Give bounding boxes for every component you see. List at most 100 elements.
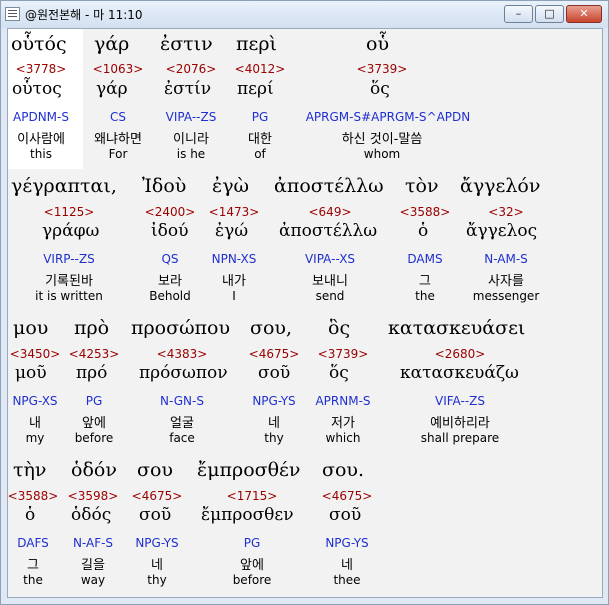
greek-word: προσώπου xyxy=(131,317,231,339)
greek-word: σου. xyxy=(322,459,364,481)
maximize-button[interactable]: □ xyxy=(535,5,564,23)
parse-code: VIRP--ZS xyxy=(43,252,95,266)
parse-code: PG xyxy=(243,536,261,550)
korean-gloss: 예비하리라 xyxy=(430,416,490,431)
lemma: ἄγγελος xyxy=(466,221,538,241)
korean-gloss: 얼굴 xyxy=(170,416,194,431)
greek-word: σου xyxy=(137,459,173,481)
english-gloss: the xyxy=(23,573,43,587)
english-gloss: thy xyxy=(147,573,167,587)
english-gloss: my xyxy=(25,431,45,445)
strong-number[interactable]: <649> xyxy=(308,205,351,219)
lemma: γράφω xyxy=(42,221,100,241)
korean-gloss: 대한 xyxy=(248,132,272,147)
greek-word: κατασκευάσει xyxy=(388,317,526,339)
parse-code: QS xyxy=(161,252,179,266)
strong-number[interactable]: <3450> xyxy=(10,347,61,361)
strong-number[interactable]: <3598> xyxy=(68,489,119,503)
greek-word: ἄγγελόν xyxy=(460,175,541,197)
strong-number[interactable]: <3588> xyxy=(400,205,451,219)
english-gloss: is he xyxy=(176,147,206,161)
parse-code: VIPA--XS xyxy=(304,252,356,266)
strong-number[interactable]: <3739> xyxy=(318,347,369,361)
lemma: μοῦ xyxy=(15,363,47,383)
korean-gloss: 보내니 xyxy=(312,274,348,289)
strong-number[interactable]: <3588> xyxy=(8,489,58,503)
parse-code: DAFS xyxy=(17,536,49,550)
parse-code: NPG-YS xyxy=(252,394,296,408)
lemma: ἰδού xyxy=(151,221,189,241)
strong-number[interactable]: <1125> xyxy=(44,205,95,219)
interlinear-panel[interactable]: οὗτός <3778> οὗτος APDNM-S 이사람에 this γάρ… xyxy=(7,28,603,598)
parse-code: N-GN-S xyxy=(160,394,204,408)
english-gloss: For xyxy=(108,147,128,161)
greek-word: ὃς xyxy=(328,317,351,339)
strong-number[interactable]: <1715> xyxy=(227,489,278,503)
korean-gloss: 하신 것이-말씀 xyxy=(341,132,423,147)
parse-code: NPG-YS xyxy=(325,536,369,550)
strong-number[interactable]: <2076> xyxy=(166,62,217,76)
parse-code: CS xyxy=(110,110,126,124)
strong-number[interactable]: <1063> xyxy=(93,62,144,76)
lemma: ὅς xyxy=(370,79,390,99)
greek-word: περὶ xyxy=(236,33,277,55)
english-gloss: thy xyxy=(264,431,284,445)
parse-code: DAMS xyxy=(407,252,443,266)
greek-word: ἐγὼ xyxy=(212,175,250,197)
title-bar[interactable]: @원전본해 - 마 11:10 – □ ✕ xyxy=(1,1,608,28)
korean-gloss: 그 xyxy=(419,274,431,289)
strong-number[interactable]: <4675> xyxy=(132,489,183,503)
app-icon[interactable] xyxy=(5,7,20,21)
english-gloss: it is written xyxy=(35,289,103,303)
strong-number[interactable]: <1473> xyxy=(209,205,260,219)
parse-code: VIFA--ZS xyxy=(435,394,485,408)
parse-code: PG xyxy=(251,110,269,124)
strong-number[interactable]: <2400> xyxy=(145,205,196,219)
strong-number[interactable]: <4675> xyxy=(249,347,300,361)
parse-code: NPG-YS xyxy=(135,536,179,550)
strong-number[interactable]: <3739> xyxy=(357,62,408,76)
parse-code: APRNM-S xyxy=(315,394,371,408)
korean-gloss: 그 xyxy=(27,558,39,573)
greek-word: ἐστιν xyxy=(160,33,213,55)
english-gloss: which xyxy=(325,431,361,445)
parse-code: PG xyxy=(85,394,103,408)
english-gloss: face xyxy=(169,431,195,445)
greek-word: μου xyxy=(13,317,49,339)
english-gloss: Behold xyxy=(149,289,191,303)
greek-word: τὴν xyxy=(13,459,47,481)
lemma: σοῦ xyxy=(258,363,291,383)
strong-number[interactable]: <4012> xyxy=(235,62,286,76)
lemma: πρό xyxy=(76,363,108,383)
lemma: σοῦ xyxy=(139,505,172,525)
app-window: @원전본해 - 마 11:10 – □ ✕ οὗτός <3778> οὗτος… xyxy=(0,0,609,605)
english-gloss: whom xyxy=(363,147,401,161)
minimize-button[interactable]: – xyxy=(504,5,533,23)
strong-number[interactable]: <4253> xyxy=(69,347,120,361)
lemma: ἔμπροσθεν xyxy=(201,505,294,525)
strong-number[interactable]: <2680> xyxy=(435,347,486,361)
strong-number[interactable]: <4383> xyxy=(157,347,208,361)
english-gloss: shall prepare xyxy=(420,431,500,445)
lemma: σοῦ xyxy=(329,505,362,525)
lemma: ὁδός xyxy=(71,505,112,525)
strong-number[interactable]: <4675> xyxy=(322,489,373,503)
lemma: περί xyxy=(237,79,274,99)
korean-gloss: 보라 xyxy=(158,274,182,289)
korean-gloss: 내가 xyxy=(222,274,246,289)
strong-number[interactable]: <32> xyxy=(488,205,523,219)
korean-gloss: 왜냐하면 xyxy=(94,132,142,147)
korean-gloss: 사자를 xyxy=(488,274,524,289)
english-gloss: send xyxy=(315,289,345,303)
lemma: πρόσωπον xyxy=(139,363,228,383)
korean-gloss: 네 xyxy=(151,558,163,573)
strong-number[interactable]: <3778> xyxy=(16,62,67,76)
english-gloss: this xyxy=(30,147,52,161)
korean-gloss: 길을 xyxy=(81,558,105,573)
greek-word: οὗ xyxy=(366,33,389,55)
greek-word: Ἰδοὺ xyxy=(142,175,187,197)
english-gloss: of xyxy=(254,147,266,161)
korean-gloss: 이니라 xyxy=(173,132,209,147)
lemma: γάρ xyxy=(96,79,128,99)
close-button[interactable]: ✕ xyxy=(566,5,602,23)
